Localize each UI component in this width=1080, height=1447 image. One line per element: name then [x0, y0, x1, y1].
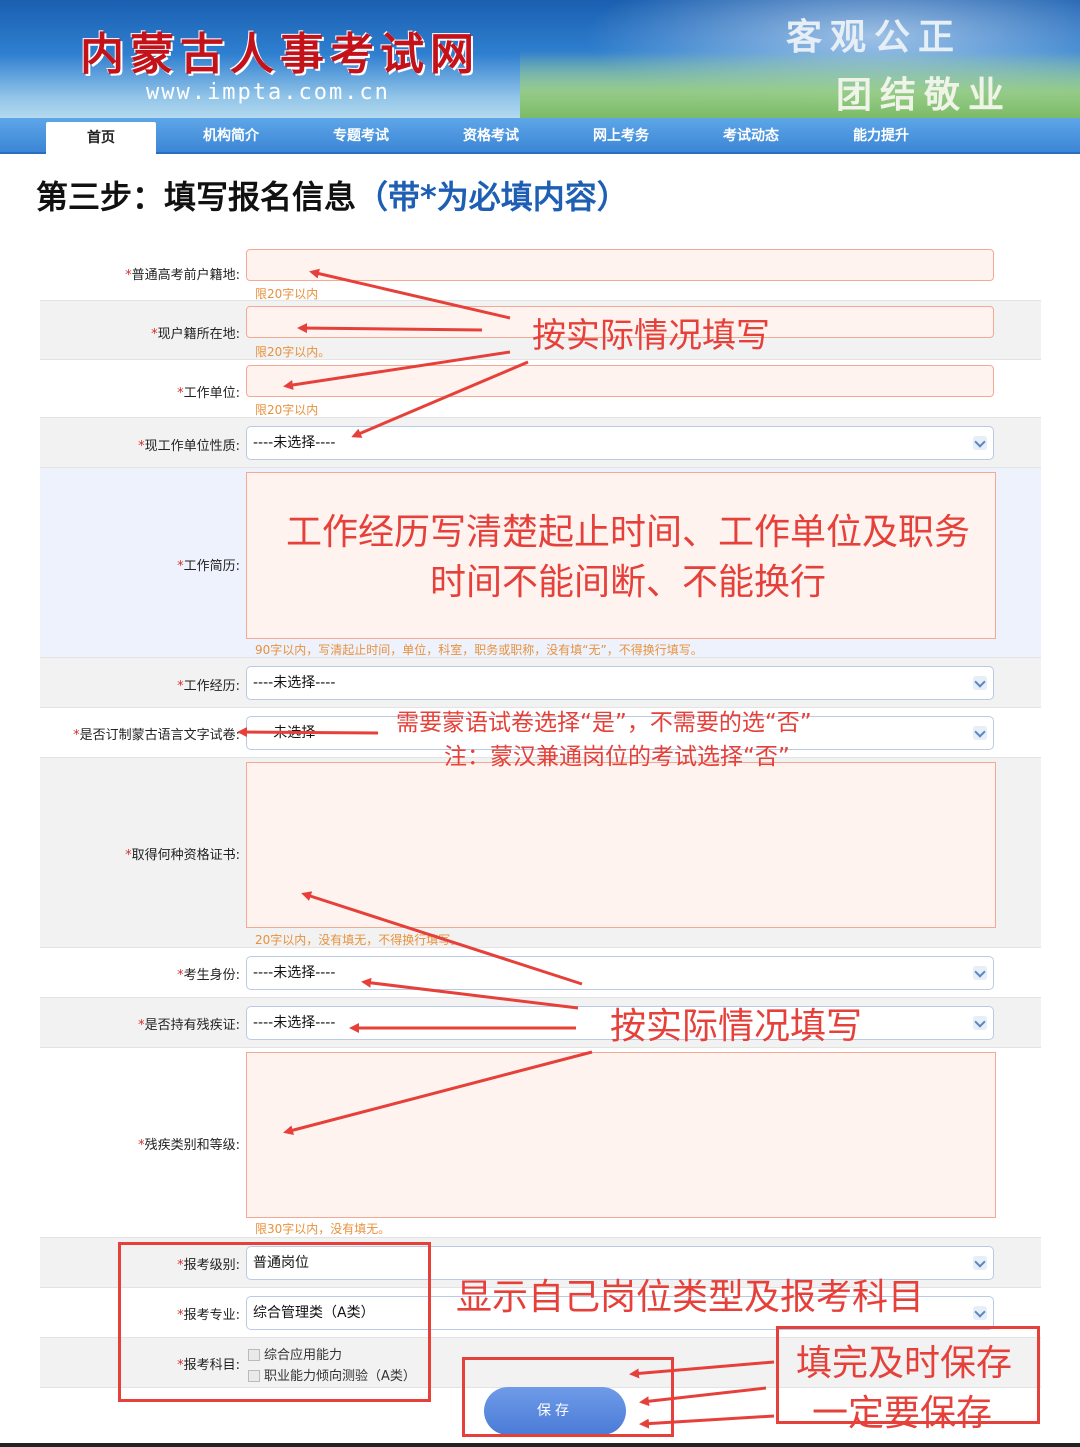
field-help-text: 90字以内，写清起止时间，单位，科室，职务或职称，没有填“无”，不得换行填写。 [255, 643, 703, 657]
annotation-highlight-box-save-button [462, 1357, 674, 1437]
employer-nature-select[interactable]: ----未选择---- [246, 426, 994, 460]
page-title-hint: （带*为必填内容） [356, 178, 629, 216]
site-banner: 内蒙古人事考试网 www.impta.com.cn 客观公正 团结敬业 [0, 0, 1080, 120]
main-nav: 首页 机构简介 专题考试 资格考试 网上考务 考试动态 能力提升 [0, 118, 1080, 154]
annotation-mongolian-note-line1: 需要蒙语试卷选择“是”，不需要的选“否” [396, 710, 812, 736]
chevron-down-icon [973, 966, 987, 980]
form-row-disability-level: *残疾类别和等级: 限30字以内，没有填无。 [40, 1048, 1041, 1238]
form-row-identity: *考生身份: ----未选择---- [40, 948, 1041, 998]
field-help-text: 20字以内，没有填无，不得换行填写。 [255, 933, 463, 947]
chevron-down-icon [973, 676, 987, 690]
field-label: *现工作单位性质: [138, 439, 240, 454]
field-label: *现户籍所在地: [151, 327, 240, 342]
chevron-down-icon [973, 1306, 987, 1320]
annotation-highlight-box-position [118, 1242, 431, 1402]
field-label: *是否订制蒙古语言文字试卷: [73, 728, 240, 743]
field-label: *工作单位: [177, 386, 240, 401]
employer-input[interactable] [246, 365, 994, 397]
bottom-border [0, 1443, 1080, 1447]
banner-slogan-line2: 团结敬业 [836, 74, 1013, 116]
nav-item-online-services[interactable]: 网上考务 [566, 118, 676, 154]
field-label: *工作经历: [177, 679, 240, 694]
nav-item-exam-news[interactable]: 考试动态 [696, 118, 806, 154]
annotation-highlight-box-save-note [776, 1326, 1040, 1424]
chevron-down-icon [973, 1016, 987, 1030]
field-label: *考生身份: [177, 968, 240, 983]
field-help-text: 限30字以内，没有填无。 [255, 1222, 391, 1236]
chevron-down-icon [973, 726, 987, 740]
site-logo-title[interactable]: 内蒙古人事考试网 [80, 18, 480, 82]
annotation-mongolian-note-line2: 注：蒙汉兼通岗位的考试选择“否” [444, 744, 790, 770]
field-label: *取得何种资格证书: [125, 848, 240, 863]
nav-item-skill-improvement[interactable]: 能力提升 [826, 118, 936, 154]
form-row-employer-nature: *现工作单位性质: ----未选择---- [40, 418, 1041, 468]
page-title: 第三步：填写报名信息（带*为必填内容） [36, 172, 629, 218]
gaokao-huji-input[interactable] [246, 249, 994, 281]
work-experience-select[interactable]: ----未选择---- [246, 666, 994, 700]
annotation-resume-note-line2: 时间不能间断、不能换行 [430, 562, 827, 603]
annotation-fill-actual-1: 按实际情况填写 [532, 316, 770, 356]
identity-select[interactable]: ----未选择---- [246, 956, 994, 990]
page-title-main: 第三步：填写报名信息 [36, 178, 357, 216]
nav-item-qualification-exams[interactable]: 资格考试 [436, 118, 546, 154]
chevron-down-icon [973, 436, 987, 450]
field-help-text: 限20字以内 [255, 403, 319, 417]
form-row-gaokao-huji: *普通高考前户籍地: 限20字以内 [40, 244, 1041, 301]
nav-item-special-exams[interactable]: 专题考试 [306, 118, 416, 154]
field-label: *工作简历: [177, 559, 240, 574]
field-help-text: 限20字以内 [255, 287, 319, 301]
nav-item-about[interactable]: 机构简介 [176, 118, 286, 154]
annotation-resume-note-line1: 工作经历写清楚起止时间、工作单位及职务 [286, 512, 971, 553]
form-row-employer: *工作单位: 限20字以内 [40, 360, 1041, 418]
form-row-work-experience: *工作经历: ----未选择---- [40, 658, 1041, 708]
banner-slogan-line1: 客观公正 [786, 16, 963, 58]
disability-level-textarea[interactable] [246, 1052, 996, 1218]
certificates-textarea[interactable] [246, 762, 996, 928]
annotation-position-note: 显示自己岗位类型及报考科目 [456, 1277, 925, 1318]
nav-item-home[interactable]: 首页 [46, 122, 156, 154]
field-help-text: 限20字以内。 [255, 345, 331, 359]
form-row-disability-card: *是否持有残疾证: ----未选择---- [40, 998, 1041, 1048]
field-label: *普通高考前户籍地: [125, 268, 240, 283]
chevron-down-icon [973, 1256, 987, 1270]
site-url: www.impta.com.cn [146, 80, 390, 105]
field-label: *残疾类别和等级: [138, 1138, 240, 1153]
form-row-certificates: *取得何种资格证书: 20字以内，没有填无，不得换行填写。 [40, 758, 1041, 948]
field-label: *是否持有残疾证: [138, 1018, 240, 1033]
annotation-fill-actual-2: 按实际情况填写 [610, 1006, 863, 1047]
